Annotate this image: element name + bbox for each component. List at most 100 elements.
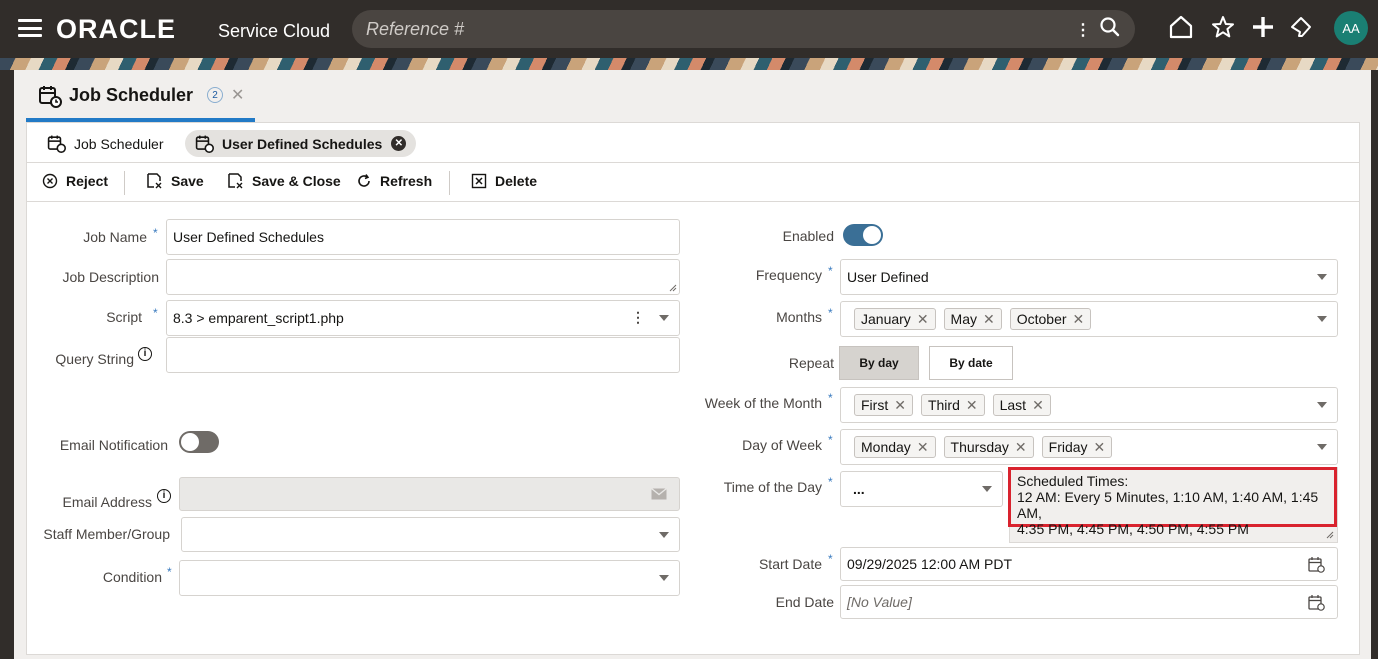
frequency-select[interactable]: User Defined: [840, 259, 1338, 295]
hamburger-menu-icon[interactable]: [18, 19, 42, 37]
day-of-week-multiselect[interactable]: Monday ✕ Thursday ✕ Friday ✕: [840, 429, 1338, 465]
search-input[interactable]: [366, 18, 1046, 40]
job-name-label: Job Name: [83, 229, 147, 245]
top-header-bar: ORACLE Service Cloud ⋮ AA: [0, 0, 1378, 58]
save-close-icon: [228, 173, 243, 189]
email-address-field: [179, 477, 680, 511]
chevron-down-icon[interactable]: [1317, 402, 1327, 408]
remove-chip-icon[interactable]: ✕: [983, 311, 995, 328]
chevron-down-icon[interactable]: [1317, 444, 1327, 450]
delete-button[interactable]: Delete: [471, 173, 537, 189]
job-name-field[interactable]: User Defined Schedules: [166, 219, 680, 255]
global-search: ⋮: [352, 10, 1135, 48]
search-options-icon[interactable]: ⋮: [1075, 20, 1091, 40]
chevron-down-icon[interactable]: [659, 315, 669, 321]
staff-member-group-select[interactable]: [181, 517, 680, 552]
oracle-logo: ORACLE: [56, 14, 176, 44]
calendar-icon[interactable]: [1308, 556, 1325, 573]
time-of-day-value: ...: [853, 481, 865, 497]
remove-chip-icon[interactable]: ✕: [917, 439, 929, 456]
search-icon[interactable]: [1099, 16, 1121, 43]
chevron-down-icon[interactable]: [1317, 274, 1327, 280]
info-icon[interactable]: i: [157, 489, 171, 503]
chevron-down-icon[interactable]: [1317, 316, 1327, 322]
script-select[interactable]: 8.3 > emparent_script1.php ⋮: [166, 300, 680, 336]
subtab-job-scheduler[interactable]: Job Scheduler: [47, 130, 164, 157]
envelope-icon: [651, 488, 667, 500]
save-and-close-button[interactable]: Save & Close: [227, 172, 341, 189]
frequency-label: Frequency: [755, 267, 822, 283]
email-notification-toggle[interactable]: [179, 431, 219, 453]
main-tab-title[interactable]: Job Scheduler: [69, 85, 193, 106]
calendar-icon[interactable]: [1308, 594, 1325, 611]
remove-chip-icon[interactable]: ✕: [917, 311, 929, 328]
subtab-label: User Defined Schedules: [222, 135, 383, 152]
add-plus-icon[interactable]: [1250, 14, 1276, 45]
week-of-month-multiselect[interactable]: First ✕ Third ✕ Last ✕: [840, 387, 1338, 423]
repeat-label: Repeat: [788, 355, 834, 371]
day-chip: Friday ✕: [1041, 436, 1113, 458]
favorites-star-icon[interactable]: [1210, 14, 1236, 45]
required-indicator: *: [828, 264, 833, 278]
home-icon[interactable]: [1168, 14, 1194, 45]
script-options-icon[interactable]: ⋮: [631, 309, 645, 326]
end-date-field[interactable]: [No Value]: [840, 585, 1338, 619]
close-subtab-icon[interactable]: ✕: [391, 136, 407, 151]
end-date-label: End Date: [775, 594, 834, 610]
remove-chip-icon[interactable]: ✕: [1015, 439, 1027, 456]
start-date-field[interactable]: 09/29/2025 12:00 AM PDT: [840, 547, 1338, 581]
remove-chip-icon[interactable]: ✕: [1073, 311, 1085, 328]
job-scheduler-icon: [47, 134, 66, 153]
remove-chip-icon[interactable]: ✕: [1032, 397, 1044, 414]
info-icon[interactable]: i: [138, 347, 152, 361]
scheduled-times-highlight: Scheduled Times: 12 AM: Every 5 Minutes,…: [1008, 467, 1337, 537]
chevron-down-icon[interactable]: [659, 531, 669, 538]
query-string-label: Query String: [55, 351, 134, 367]
decorative-banner: [0, 58, 1378, 70]
required-indicator: *: [153, 226, 158, 240]
query-string-field[interactable]: [166, 337, 680, 373]
job-scheduler-icon: [195, 134, 214, 153]
user-avatar[interactable]: AA: [1334, 11, 1368, 45]
repeat-by-day-button[interactable]: By day: [839, 346, 919, 380]
repeat-by-date-button[interactable]: By date: [929, 346, 1013, 380]
required-indicator: *: [167, 565, 172, 579]
month-chip: October ✕: [1009, 308, 1092, 330]
staff-member-group-label: Staff Member/Group: [43, 526, 170, 542]
week-chip: First ✕: [854, 394, 913, 416]
month-chip: May ✕: [943, 308, 1002, 330]
day-chip: Thursday ✕: [943, 436, 1034, 458]
chevron-down-icon[interactable]: [982, 486, 992, 492]
enabled-toggle[interactable]: [843, 224, 883, 246]
job-scheduler-icon: [38, 84, 62, 113]
remove-chip-icon[interactable]: ✕: [966, 397, 978, 414]
subtab-bar: Job Scheduler User Defined Schedules ✕: [27, 123, 1359, 163]
reject-button[interactable]: Reject: [42, 173, 108, 189]
email-address-label: Email Address: [62, 494, 152, 510]
start-date-value: 09/29/2025 12:00 AM PDT: [847, 556, 1012, 572]
required-indicator: *: [828, 306, 833, 320]
condition-select[interactable]: [179, 560, 680, 596]
script-value: 8.3 > emparent_script1.php: [173, 310, 344, 326]
required-indicator: *: [828, 552, 833, 566]
subtab-label: Job Scheduler: [74, 135, 164, 152]
job-description-textarea[interactable]: [166, 259, 680, 295]
product-name: Service Cloud: [218, 21, 331, 41]
months-multiselect[interactable]: January ✕ May ✕ October ✕: [840, 301, 1338, 337]
close-tab-icon[interactable]: ✕: [231, 85, 244, 105]
notifications-icon[interactable]: [1289, 14, 1313, 45]
save-icon: [147, 173, 162, 189]
end-date-placeholder: [No Value]: [847, 594, 912, 610]
scheduled-times-title: Scheduled Times:: [1017, 473, 1129, 489]
time-of-day-select[interactable]: ...: [840, 471, 1003, 507]
remove-chip-icon[interactable]: ✕: [1094, 439, 1106, 456]
chevron-down-icon[interactable]: [659, 575, 669, 581]
action-toolbar: Reject Save Save & Close Refresh Delete: [27, 164, 1359, 202]
remove-chip-icon[interactable]: ✕: [894, 397, 906, 414]
refresh-button[interactable]: Refresh: [356, 173, 432, 189]
tab-count-badge: 2: [207, 87, 223, 103]
subtab-user-defined-schedules[interactable]: User Defined Schedules ✕: [185, 130, 417, 157]
day-of-week-label: Day of Week: [742, 437, 822, 453]
save-button[interactable]: Save: [146, 172, 204, 189]
week-of-month-label: Week of the Month: [704, 395, 822, 411]
